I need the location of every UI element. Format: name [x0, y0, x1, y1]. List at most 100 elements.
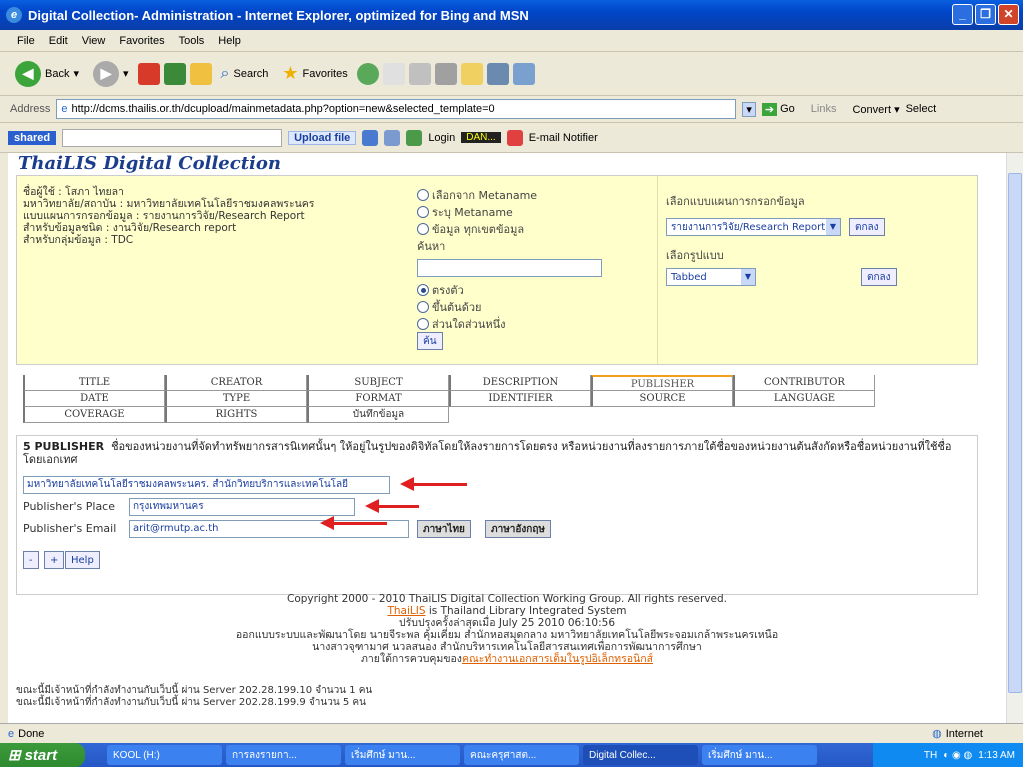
thai-button[interactable]: ภาษาไทย: [417, 520, 471, 538]
tray-icons[interactable]: ◐ ◉ ◍: [943, 750, 972, 761]
working-group-link[interactable]: คณะทำงานเอกสารเต็มในรูปอิเล็กทรอนิกส์: [462, 653, 653, 665]
close-button[interactable]: ✕: [998, 4, 1019, 25]
mail-icon[interactable]: [382, 62, 405, 85]
windows-logo-icon: ⊞: [8, 747, 21, 764]
tab-date[interactable]: DATE: [23, 391, 165, 407]
radio-partial[interactable]: [417, 317, 429, 330]
menu-edit[interactable]: Edit: [42, 35, 75, 47]
messenger-icon[interactable]: [512, 62, 535, 85]
login-button[interactable]: Login: [428, 132, 455, 144]
page-footer: Copyright 2000 - 2010 ThaiLIS Digital Co…: [235, 593, 779, 665]
english-button[interactable]: ภาษาอังกฤษ: [485, 520, 552, 538]
folder-icon[interactable]: [460, 62, 483, 85]
back-button[interactable]: ◀ Back ▾: [10, 59, 84, 89]
edit-icon[interactable]: [434, 62, 457, 85]
vertical-scrollbar[interactable]: [1006, 153, 1023, 723]
address-bar: Address e http://dcms.thailis.or.th/dcup…: [0, 96, 1023, 123]
taskbar-item[interactable]: คณะครุศาสต...: [464, 745, 579, 765]
maximize-button[interactable]: ❐: [975, 4, 996, 25]
minimize-button[interactable]: _: [952, 4, 973, 25]
tab-rights[interactable]: RIGHTS: [165, 407, 307, 423]
radio-begins[interactable]: [417, 300, 429, 313]
taskbar-item[interactable]: Digital Collec...: [583, 745, 698, 765]
publisher-section: 5 PUBLISHER ชื่อของหน่วยงานที่จัดทำทรัพย…: [16, 435, 978, 595]
research-icon[interactable]: [486, 62, 509, 85]
upload-button[interactable]: Upload file: [288, 130, 357, 145]
help-button[interactable]: Help: [65, 551, 100, 569]
print-icon[interactable]: [408, 62, 431, 85]
taskbar-item[interactable]: KOOL (H:): [107, 745, 222, 765]
tab-coverage[interactable]: COVERAGE: [23, 407, 165, 423]
scroll-thumb[interactable]: [1008, 173, 1022, 693]
format-ok-button[interactable]: ตกลง: [861, 268, 897, 286]
remove-field-button[interactable]: -: [23, 551, 39, 569]
app-icon[interactable]: [362, 129, 379, 146]
search-input[interactable]: [417, 259, 602, 277]
stop-icon[interactable]: [137, 62, 160, 85]
tab-title[interactable]: TITLE: [23, 375, 165, 391]
language-indicator[interactable]: TH: [924, 750, 937, 761]
favorites-button[interactable]: ★ Favorites: [277, 61, 352, 86]
search-button[interactable]: ค้น: [417, 332, 443, 350]
record-icon[interactable]: [506, 129, 523, 146]
site-logo: ThaiLIS Digital Collection: [18, 153, 281, 173]
menu-tools[interactable]: Tools: [172, 35, 212, 47]
format-select[interactable]: Tabbed ▼: [666, 268, 756, 286]
go-button[interactable]: ➔ Go: [761, 102, 795, 116]
red-arrow: [320, 516, 387, 530]
chat-icon[interactable]: [406, 129, 423, 146]
tab-language[interactable]: LANGUAGE: [733, 391, 875, 407]
meta-options: เลือกจาก Metaname ระบุ Metaname ข้อมูล ท…: [417, 186, 657, 350]
email-notifier-button[interactable]: E-mail Notifier: [529, 132, 598, 144]
tab-type[interactable]: TYPE: [165, 391, 307, 407]
shared-button[interactable]: shared: [8, 130, 57, 145]
tab-contributor[interactable]: CONTRIBUTOR: [733, 375, 875, 391]
convert-button[interactable]: Convert ▾: [852, 103, 899, 116]
history-icon[interactable]: [356, 62, 379, 85]
taskbar: ⊞ start KOOL (H:) การลงรายกา... เริ่มศึกษ…: [0, 743, 1023, 767]
player-control[interactable]: DAN...: [461, 132, 501, 143]
place-input[interactable]: กรุงเทพมหานคร: [129, 498, 355, 516]
refresh-icon[interactable]: [163, 62, 186, 85]
chevron-down-icon: ▼: [741, 269, 755, 285]
tab-subject[interactable]: SUBJECT: [307, 375, 449, 391]
start-button[interactable]: ⊞ start: [0, 743, 85, 767]
red-arrow: [365, 499, 419, 513]
taskbar-item[interactable]: การลงรายกา...: [226, 745, 341, 765]
home-icon[interactable]: [189, 62, 212, 85]
menu-favorites[interactable]: Favorites: [112, 35, 171, 47]
template-ok-button[interactable]: ตกลง: [849, 218, 885, 236]
tab-identifier[interactable]: IDENTIFIER: [449, 391, 591, 407]
radio-exact[interactable]: [417, 283, 429, 296]
menu-help[interactable]: Help: [211, 35, 248, 47]
radio-metaname-select[interactable]: [417, 188, 429, 201]
address-input[interactable]: e http://dcms.thailis.or.th/dcupload/mai…: [56, 99, 737, 119]
menu-file[interactable]: File: [10, 35, 42, 47]
links-button[interactable]: Links: [811, 103, 837, 115]
radio-metaname-specify[interactable]: [417, 205, 429, 218]
clock: 1:13 AM: [978, 749, 1015, 761]
template-select[interactable]: รายงานการวิจัย/Research Report ▼: [666, 218, 841, 236]
taskbar-item[interactable]: เริ่มศึกษ์ มาน...: [702, 745, 817, 765]
publisher-input[interactable]: มหาวิทยาลัยเทคโนโลยีราชมงคลพระนคร. สำนัก…: [23, 476, 390, 494]
select-button[interactable]: Select: [906, 103, 937, 115]
tab-description[interactable]: DESCRIPTION: [449, 375, 591, 391]
photo-icon[interactable]: [384, 129, 401, 146]
forward-button[interactable]: ▶ ▾: [88, 59, 134, 89]
tab-save[interactable]: บันทึกข้อมูล: [307, 407, 449, 423]
menu-bar: File Edit View Favorites Tools Help: [0, 30, 1023, 52]
thailis-link[interactable]: ThaiLIS: [387, 605, 425, 617]
search-button[interactable]: ⌕ Search: [216, 63, 274, 85]
metadata-tabs: TITLE CREATOR SUBJECT DESCRIPTION PUBLIS…: [23, 375, 993, 423]
tab-source[interactable]: SOURCE: [591, 391, 733, 407]
place-label: Publisher's Place: [23, 500, 115, 513]
menu-view[interactable]: View: [75, 35, 113, 47]
add-field-button[interactable]: +: [44, 551, 65, 569]
radio-all-fields[interactable]: [417, 222, 429, 235]
taskbar-item[interactable]: เริ่มศึกษ์ มาน...: [345, 745, 460, 765]
address-dropdown-icon[interactable]: ▾: [742, 101, 756, 117]
tab-publisher[interactable]: PUBLISHER: [591, 375, 733, 391]
tab-format[interactable]: FORMAT: [307, 391, 449, 407]
tab-creator[interactable]: CREATOR: [165, 375, 307, 391]
toolbar-search-input[interactable]: [62, 128, 283, 147]
